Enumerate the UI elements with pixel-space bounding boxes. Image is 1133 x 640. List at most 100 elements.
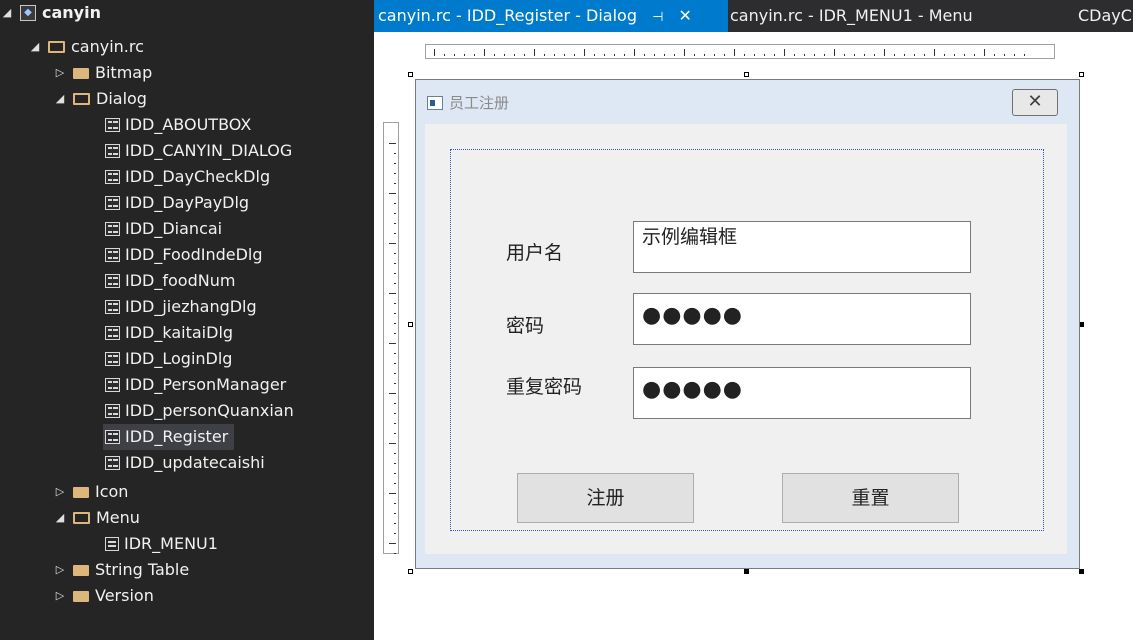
ruler-tick	[634, 49, 635, 56]
close-tab-icon[interactable]: ✕	[679, 6, 692, 25]
register-button[interactable]: 注册	[517, 473, 694, 523]
ruler-tick	[764, 54, 765, 56]
expand-arrow-icon[interactable]: ▷	[53, 583, 67, 609]
reset-button[interactable]: 重置	[782, 473, 959, 523]
password-field[interactable]: ●●●●●	[633, 293, 971, 345]
collapse-arrow-icon[interactable]: ◢	[53, 86, 67, 112]
ruler-tick	[389, 243, 396, 244]
ruler-tick	[774, 54, 775, 56]
dialog-resource-icon	[105, 326, 120, 340]
tree-item-menu[interactable]: IDR_MENU1	[105, 531, 218, 557]
tree-item-dialog-selected[interactable]: IDD_Register	[103, 424, 235, 450]
horizontal-ruler[interactable]	[425, 44, 1055, 59]
tree-item-dialog[interactable]: IDD_ABOUTBOX	[105, 112, 251, 138]
ruler-tick	[734, 49, 735, 56]
tree-node-bitmap[interactable]: ▷ Bitmap	[53, 60, 152, 86]
ruler-tick	[654, 54, 655, 56]
tree-node-rc-file[interactable]: ◢ canyin.rc	[28, 34, 144, 60]
resize-handle[interactable]	[408, 72, 413, 77]
dialog-title-bar: 员工注册	[427, 93, 509, 113]
collapse-arrow-icon[interactable]: ◢	[0, 0, 14, 26]
folder-label: Icon	[95, 482, 129, 501]
tree-item-label: IDD_Register	[125, 427, 229, 446]
tab-idr-menu1[interactable]: canyin.rc - IDR_MENU1 - Menu	[724, 0, 1065, 32]
ruler-tick	[394, 373, 396, 374]
resize-handle[interactable]	[744, 72, 749, 77]
ruler-tick	[904, 54, 905, 56]
ruler-tick	[954, 54, 955, 56]
ruler-tick	[484, 49, 485, 56]
ruler-tick	[389, 493, 396, 494]
ruler-tick	[394, 403, 396, 404]
ruler-tick	[744, 54, 745, 56]
tree-item-dialog[interactable]: IDD_DayCheckDlg	[105, 164, 270, 190]
resize-handle[interactable]	[1079, 72, 1084, 77]
tree-item-dialog[interactable]: IDD_CANYIN_DIALOG	[105, 138, 292, 164]
ruler-tick	[394, 453, 396, 454]
dialog-resource-icon	[105, 118, 120, 132]
tab-label: canyin.rc - IDR_MENU1 - Menu	[730, 6, 973, 25]
tree-item-dialog[interactable]: IDD_PersonManager	[105, 372, 286, 398]
ruler-tick	[394, 473, 396, 474]
username-field[interactable]: 示例编辑框	[633, 221, 971, 273]
dialog-resource-icon	[105, 144, 120, 158]
tree-node-dialog[interactable]: ◢ Dialog	[53, 86, 147, 112]
ruler-tick	[394, 303, 396, 304]
dialog-resource-icon	[105, 404, 120, 418]
collapse-arrow-icon[interactable]: ◢	[28, 34, 42, 60]
tab-cdaycheck[interactable]: CDayCh	[1074, 0, 1133, 32]
ruler-tick	[884, 49, 885, 56]
resize-handle[interactable]	[408, 569, 413, 574]
resize-handle[interactable]	[1079, 569, 1084, 574]
ruler-tick	[494, 54, 495, 56]
dialog-resource-icon	[105, 456, 120, 470]
dialog-client-area[interactable]: 用户名 示例编辑框 密码 ●●●●● 重复密码 ●●●●● 注册 重置	[425, 124, 1067, 554]
tree-node-menu[interactable]: ◢ Menu	[53, 505, 140, 531]
folder-open-icon	[48, 41, 65, 53]
tree-item-dialog[interactable]: IDD_updatecaishi	[105, 450, 265, 476]
tree-item-dialog[interactable]: IDD_FoodIndeDlg	[105, 242, 263, 268]
ruler-tick	[394, 463, 396, 464]
ruler-tick	[389, 543, 396, 544]
collapse-arrow-icon[interactable]: ◢	[53, 505, 67, 531]
expand-arrow-icon[interactable]: ▷	[53, 557, 67, 583]
resize-handle[interactable]	[408, 322, 413, 327]
ruler-tick	[394, 353, 396, 354]
tree-item-label: IDR_MENU1	[124, 534, 218, 553]
folder-open-icon	[73, 93, 90, 105]
ruler-tick	[394, 153, 396, 154]
ruler-tick	[814, 54, 815, 56]
tree-node-icon[interactable]: ▷ Icon	[53, 479, 129, 505]
tree-node-project[interactable]: ◢ ◆ canyin	[0, 0, 101, 26]
tree-item-dialog[interactable]: IDD_foodNum	[105, 268, 235, 294]
dialog-resource-icon	[105, 248, 120, 262]
repeat-password-field[interactable]: ●●●●●	[633, 367, 971, 419]
ruler-tick	[594, 54, 595, 56]
dialog-resource-icon	[105, 274, 120, 288]
dialog-editor-canvas[interactable]: 员工注册 ✕ 用户名 示例编辑框 密码 ●●●●● 重复密码 ●●●●● 注册 …	[374, 32, 1133, 640]
ruler-tick	[394, 213, 396, 214]
tree-item-dialog[interactable]: IDD_LoginDlg	[105, 346, 232, 372]
tab-idd-register[interactable]: canyin.rc - IDD_Register - Dialog ⊣ ✕	[374, 0, 728, 32]
register-dialog-preview[interactable]: 员工注册 ✕ 用户名 示例编辑框 密码 ●●●●● 重复密码 ●●●●● 注册 …	[415, 79, 1080, 569]
ruler-tick	[874, 54, 875, 56]
tree-item-dialog[interactable]: IDD_Diancai	[105, 216, 222, 242]
vertical-ruler[interactable]	[383, 122, 399, 554]
tree-item-dialog[interactable]: IDD_jiezhangDlg	[105, 294, 257, 320]
tree-item-label: IDD_LoginDlg	[125, 349, 233, 368]
tree-node-version[interactable]: ▷ Version	[53, 583, 154, 609]
ruler-tick	[394, 233, 396, 234]
expand-arrow-icon[interactable]: ▷	[53, 479, 67, 505]
tree-item-dialog[interactable]: IDD_DayPayDlg	[105, 190, 249, 216]
pin-icon[interactable]: ⊣	[652, 10, 663, 25]
ruler-tick	[844, 54, 845, 56]
tree-item-dialog[interactable]: IDD_kaitaiDlg	[105, 320, 233, 346]
ruler-tick	[664, 54, 665, 56]
expand-arrow-icon[interactable]: ▷	[53, 60, 67, 86]
ruler-tick	[724, 54, 725, 56]
tree-item-dialog[interactable]: IDD_personQuanxian	[105, 398, 294, 424]
ruler-tick	[624, 54, 625, 56]
resize-handle[interactable]	[744, 569, 749, 574]
tree-node-string-table[interactable]: ▷ String Table	[53, 557, 189, 583]
dialog-close-button[interactable]: ✕	[1012, 89, 1058, 116]
